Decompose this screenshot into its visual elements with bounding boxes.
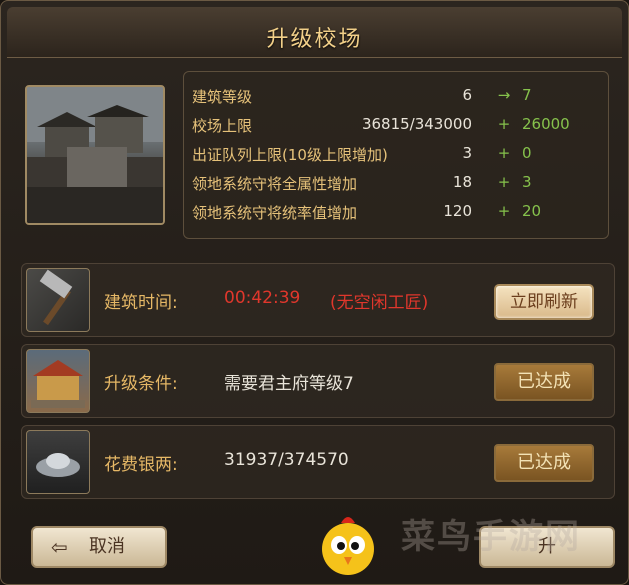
build-time-value: 00:42:39 <box>224 288 301 308</box>
stat-next: 20 <box>522 202 542 220</box>
stat-current: 6 <box>462 86 472 104</box>
cancel-button[interactable]: ⇦ 取消 <box>31 526 167 568</box>
palace-icon <box>26 349 90 413</box>
stat-current: 36815/343000 <box>361 115 472 133</box>
stat-label: 校场上限 <box>192 117 253 135</box>
stat-label: 领地系统守将统率值增加 <box>192 204 358 222</box>
stat-label: 领地系统守将全属性增加 <box>192 175 358 193</box>
stats-panel: 建筑等级 6 → 7 校场上限 36815/343000 + 26000 出证队… <box>183 71 609 239</box>
build-time-label: 建筑时间: <box>104 293 178 313</box>
silver-ingot-icon <box>26 430 90 494</box>
cost-value: 31937/374570 <box>224 450 349 470</box>
stat-row-queue-limit: 出证队列上限(10级上限增加) 3 + 0 <box>192 144 602 170</box>
refresh-now-button[interactable]: 立即刷新 <box>494 284 594 320</box>
building-image <box>25 85 165 225</box>
stat-next: 7 <box>522 86 532 104</box>
stat-next: 26000 <box>522 115 570 133</box>
watermark-text: 菜鸟手游网 <box>401 517 581 557</box>
stat-next: 3 <box>522 173 532 191</box>
training-ground-picture <box>27 87 163 223</box>
condition-met-badge: 已达成 <box>494 363 594 401</box>
stat-current: 3 <box>462 144 472 162</box>
cancel-label: 取消 <box>89 536 125 557</box>
condition-label: 升级条件: <box>104 374 178 394</box>
cost-met-badge: 已达成 <box>494 444 594 482</box>
build-time-row: 建筑时间: 00:42:39 (无空闲工匠) 立即刷新 <box>21 263 615 337</box>
upgrade-condition-row: 升级条件: 需要君主府等级7 已达成 <box>21 344 615 418</box>
hammer-icon <box>26 268 90 332</box>
stat-row-capacity: 校场上限 36815/343000 + 26000 <box>192 115 602 141</box>
upgrade-dialog: 升级校场 建筑等级 6 → 7 校场上限 36815/343000 + 2600… <box>0 0 629 585</box>
stat-next: 0 <box>522 144 532 162</box>
stat-label: 建筑等级 <box>192 88 253 106</box>
back-arrow-icon: ⇦ <box>51 535 68 559</box>
silver-cost-row: 花费银两: 31937/374570 已达成 <box>21 425 615 499</box>
stat-current: 120 <box>443 202 472 220</box>
stat-row-guard-attributes: 领地系统守将全属性增加 18 + 3 <box>192 173 602 199</box>
mascot-logo <box>313 509 383 579</box>
stat-row-building-level: 建筑等级 6 → 7 <box>192 86 602 112</box>
cost-label: 花费银两: <box>104 455 178 475</box>
plus-icon: + <box>497 115 511 133</box>
condition-value: 需要君主府等级7 <box>224 374 354 394</box>
dialog-title: 升级校场 <box>266 27 363 52</box>
plus-icon: + <box>497 202 511 220</box>
arrow-right-icon: → <box>497 86 511 104</box>
stat-current: 18 <box>452 173 472 191</box>
no-idle-craftsman-note: (无空闲工匠) <box>330 293 429 313</box>
stat-row-guard-command: 领地系统守将统率值增加 120 + 20 <box>192 202 602 228</box>
plus-icon: + <box>497 173 511 191</box>
title-bar: 升级校场 <box>7 7 622 58</box>
plus-icon: + <box>497 144 511 162</box>
stat-label: 出证队列上限(10级上限增加) <box>192 146 388 164</box>
